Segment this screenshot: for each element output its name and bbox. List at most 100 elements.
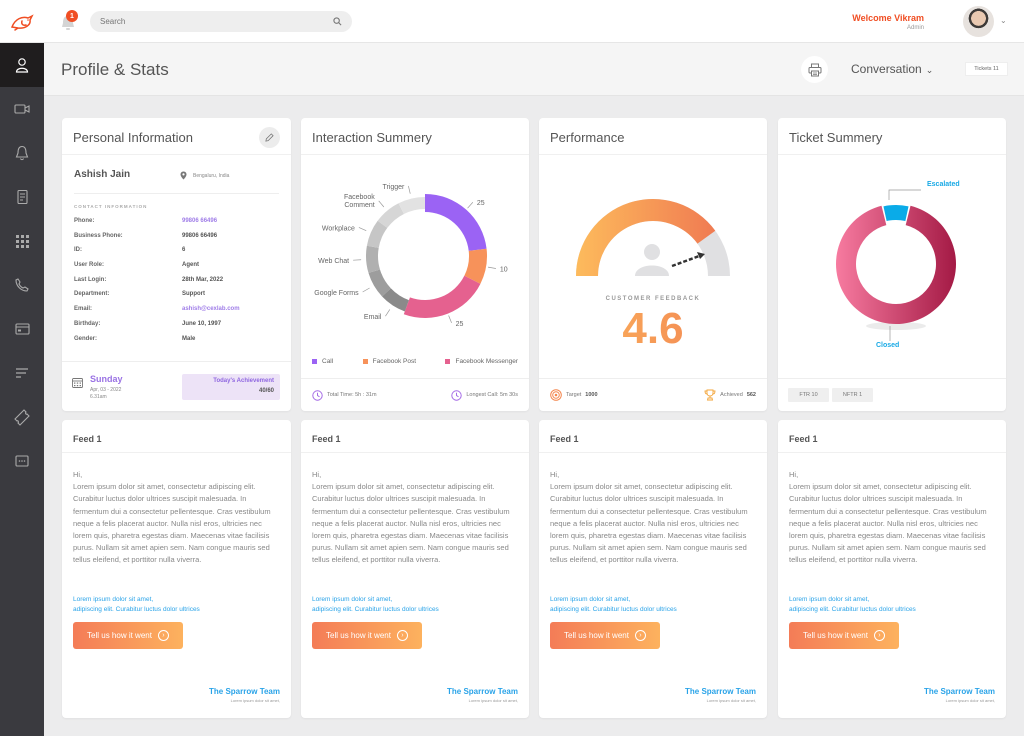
leader-line	[487, 266, 496, 269]
donut-slice-escalated[interactable]	[883, 205, 909, 222]
sidebar-item-cards[interactable]	[0, 307, 44, 351]
feedback-button-label: Tell us how it went	[87, 631, 152, 640]
feed-link[interactable]: Lorem ipsum dolor sit amet, adipiscing e…	[73, 595, 200, 614]
feed-link[interactable]: Lorem ipsum dolor sit amet, adipiscing e…	[550, 595, 677, 614]
search-icon[interactable]	[333, 17, 342, 26]
location-text: Bengaluru, India	[193, 172, 230, 179]
ticket-icon	[14, 409, 30, 426]
feed-link-line: adipiscing elit. Curabitur luctus dolor …	[73, 605, 200, 613]
search-input[interactable]	[100, 17, 333, 26]
feedback-button[interactable]: Tell us how it went ›	[789, 622, 899, 649]
divider	[74, 193, 279, 194]
feedback-button[interactable]: Tell us how it went ›	[312, 622, 422, 649]
sidebar-item-profile[interactable]	[0, 43, 44, 87]
card-icon	[14, 323, 30, 335]
donut-slice-facebook-messenger[interactable]	[403, 275, 481, 318]
feedback-button-label: Tell us how it went	[803, 631, 868, 640]
ticket-footer: FTR 10 NFTR 1	[778, 378, 1006, 411]
escalated-label: Escalated	[927, 181, 960, 188]
sidebar-item-apps[interactable]	[0, 219, 44, 263]
avatar[interactable]	[963, 6, 994, 37]
target: Target 1000	[550, 389, 598, 401]
info-label: User Role:	[74, 262, 105, 269]
sidebar-item-video[interactable]	[0, 87, 44, 131]
team-tagline: Lorem ipsum dolor sit amet,	[945, 698, 995, 703]
card-title: Personal Information	[62, 118, 291, 155]
total-time-text: Total Time: 5h : 31m	[327, 392, 377, 398]
tickets-button[interactable]: Tickets 11	[965, 62, 1008, 76]
performance-footer: Target 1000 Achieved 562	[539, 378, 767, 411]
feed-link[interactable]: Lorem ipsum dolor sit amet, adipiscing e…	[312, 595, 439, 614]
phone-icon	[15, 278, 29, 292]
info-row: Phone: 99806 66496	[74, 218, 279, 233]
phone-link[interactable]: 99806 66496	[182, 218, 217, 233]
chevron-right-icon: ›	[396, 630, 408, 641]
donut-slice-closed[interactable]	[836, 205, 956, 324]
feed-greeting: Hi,	[789, 470, 799, 479]
leader-line	[362, 287, 370, 293]
info-row: Birthday: June 10, 1997	[74, 321, 279, 336]
sidebar-item-notifications[interactable]	[0, 131, 44, 175]
sidebar-item-tickets[interactable]	[0, 395, 44, 439]
target-value: 1000	[585, 392, 598, 398]
ftr-chip[interactable]: FTR 10	[788, 388, 829, 402]
feed-card: Feed 1 Hi, Lorem ipsum dolor sit amet, c…	[62, 420, 291, 718]
leader-line	[408, 185, 411, 194]
info-label: Business Phone:	[74, 232, 123, 239]
feed-title: Feed 1	[301, 420, 529, 453]
sidebar-item-documents[interactable]	[0, 175, 44, 219]
chevron-right-icon: ›	[873, 630, 885, 641]
chart-legend: Call Facebook Post Facebook Messenger	[301, 358, 529, 365]
search-bar[interactable]	[90, 11, 352, 32]
leader-line	[358, 227, 367, 231]
achieved-value: 562	[746, 392, 756, 398]
grid-icon	[15, 234, 29, 248]
feedback-button-label: Tell us how it went	[326, 631, 391, 640]
info-row: User Role: Agent	[74, 262, 279, 277]
clock-icon	[451, 389, 463, 401]
info-row: Gender: Male	[74, 336, 279, 351]
interaction-donut-chart: 25 10 25 Email Google Forms Web Chat Workplace…	[314, 184, 508, 328]
info-label: ID:	[74, 247, 82, 254]
longest-call-text: Longest Call: 5m 30s	[466, 392, 518, 398]
feed-link-line: adipiscing elit. Curabitur luctus dolor …	[789, 605, 916, 613]
nftr-chip[interactable]: NFTR 1	[832, 388, 873, 402]
donut-slice-web-chat[interactable]	[366, 245, 380, 273]
conversation-dropdown[interactable]: Conversation ⌄	[851, 62, 933, 76]
print-button[interactable]	[801, 56, 828, 83]
user-name: Ashish Jain	[74, 169, 131, 180]
sidebar-item-list[interactable]	[0, 351, 44, 395]
sidebar-item-calls[interactable]	[0, 263, 44, 307]
performance-card: Performance CUSTOMER FEEDBACK 4.6 Target…	[539, 118, 767, 411]
feed-link-line: Lorem ipsum dolor sit amet,	[73, 596, 154, 603]
feed-body-text: Lorem ipsum dolor sit amet, consectetur …	[312, 482, 510, 565]
sidebar	[0, 43, 44, 736]
feed-link-line: adipiscing elit. Curabitur luctus dolor …	[312, 605, 439, 613]
legend-item-facebook-post: Facebook Post	[362, 358, 416, 365]
team-signature: The Sparrow Team	[685, 687, 756, 696]
edit-button[interactable]	[259, 127, 280, 148]
feedback-button[interactable]: Tell us how it went ›	[550, 622, 660, 649]
info-row: Email: ashish@cexlab.com	[74, 306, 279, 321]
interaction-summary-card: Interaction Summery 25 10 25 Email Google Fo…	[301, 118, 529, 411]
achievement-label: Today's Achievement	[213, 378, 274, 384]
chevron-down-icon[interactable]: ⌄	[1000, 16, 1007, 25]
achieved: Achieved 562	[704, 389, 756, 401]
user-location: Bengaluru, India	[180, 171, 229, 180]
chevron-down-icon: ⌄	[925, 65, 934, 75]
sparrow-logo-icon[interactable]	[0, 0, 44, 43]
feed-card: Feed 1 Hi, Lorem ipsum dolor sit amet, c…	[778, 420, 1006, 718]
top-bar: 1 Welcome Vikram Admin ⌄	[0, 0, 1024, 43]
notifications-button[interactable]: 1	[58, 10, 80, 33]
calendar-icon	[72, 378, 83, 388]
feed-message: Hi, Lorem ipsum dolor sit amet, consecte…	[550, 469, 756, 567]
team-tagline: Lorem ipsum dolor sit amet,	[230, 698, 280, 703]
target-icon	[550, 389, 562, 401]
info-value: 6	[182, 247, 186, 254]
feed-link[interactable]: Lorem ipsum dolor sit amet, adipiscing e…	[789, 595, 916, 614]
feedback-button[interactable]: Tell us how it went ›	[73, 622, 183, 649]
legend-item-facebook-messenger: Facebook Messenger	[445, 358, 518, 365]
sidebar-item-chat[interactable]	[0, 439, 44, 483]
longest-call: Longest Call: 5m 30s	[451, 389, 518, 401]
email-link[interactable]: ashish@cexlab.com	[182, 306, 240, 321]
